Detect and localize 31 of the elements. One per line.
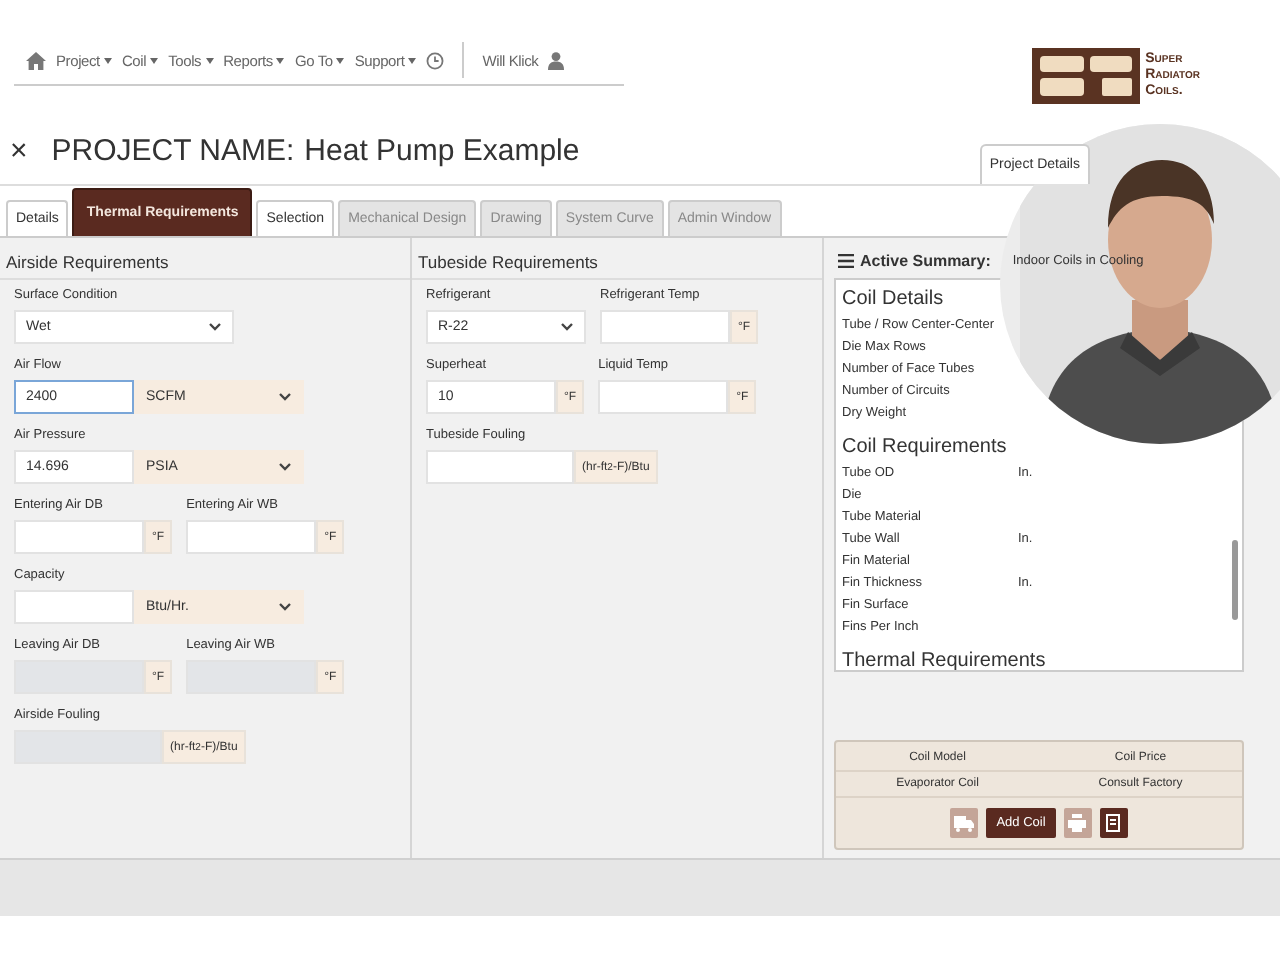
chevron-icon — [278, 462, 292, 472]
user-icon[interactable] — [548, 51, 565, 69]
summary-title: Active Summary: — [860, 252, 991, 270]
chevron-icon — [278, 602, 292, 612]
summary-heading: Coil Details — [842, 288, 946, 310]
document-icon — [1106, 814, 1121, 832]
chevron-icon — [208, 322, 222, 332]
project-name: Heat Pump Example — [304, 134, 580, 168]
section-title: Airside Requirements — [6, 252, 169, 272]
close-button[interactable]: × — [10, 134, 28, 168]
chevron-icon — [560, 322, 574, 332]
input-field[interactable] — [426, 450, 574, 484]
chevron-icon — [278, 392, 292, 402]
input-field[interactable] — [14, 520, 144, 554]
file-button[interactable] — [1099, 808, 1128, 838]
input-field[interactable] — [186, 520, 317, 554]
truck-button[interactable] — [950, 808, 979, 838]
logo-icon — [1031, 48, 1140, 104]
project-name-label: PROJECT NAME: — [51, 134, 295, 168]
menu-icon[interactable] — [838, 254, 854, 268]
home-icon[interactable] — [26, 51, 46, 69]
input-field[interactable] — [600, 310, 730, 344]
truck-icon — [954, 815, 975, 831]
scrollbar[interactable] — [1232, 540, 1238, 620]
summary-heading: Coil Requirements — [842, 436, 1009, 458]
clock-icon[interactable] — [426, 51, 445, 69]
input-field[interactable] — [598, 380, 729, 414]
printer-icon — [1068, 814, 1087, 832]
summary-heading: Thermal Requirements — [842, 650, 1048, 670]
input-field[interactable] — [14, 590, 134, 624]
section-title: Tubeside Requirements — [418, 252, 598, 272]
